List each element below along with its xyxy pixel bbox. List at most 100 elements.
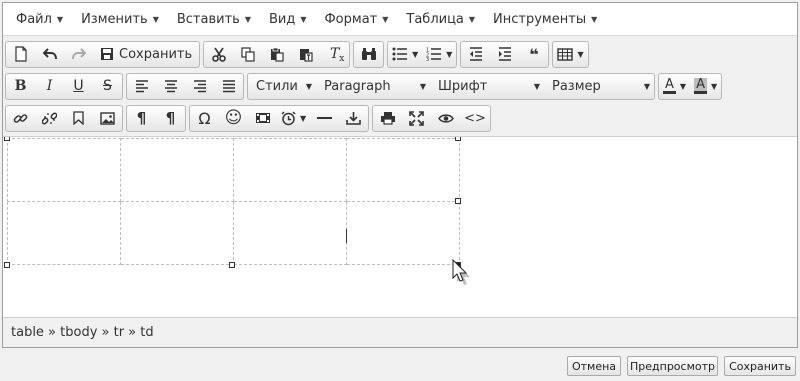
background-color-icon: A [694,77,707,94]
anchor-button[interactable] [64,106,93,131]
chevron-down-icon: ▼ [244,14,251,24]
align-justify-icon [222,79,235,92]
table-cell[interactable] [7,138,121,202]
chevron-down-icon: ▼ [152,14,159,24]
horizontal-rule-button[interactable] [310,106,339,131]
source-code-button[interactable]: <> [460,106,490,131]
find-replace-button[interactable] [354,42,383,67]
chevron-down-icon[interactable]: ▼ [577,50,583,59]
menu-insert[interactable]: Вставить ▼ [168,12,260,27]
indent-button[interactable] [490,42,519,67]
element-path[interactable]: table » tbody » tr » td [11,325,154,340]
page-break-button[interactable] [339,106,368,131]
toolbar-group-find [353,40,385,68]
undo-button[interactable] [35,42,64,67]
toolbar-row-2: B I U S Стили ▼ Paragraph ▼ Шрифт ▼ Разм… [5,70,797,102]
paste-text-button[interactable] [291,42,320,67]
menu-view-label: Вид [268,11,296,27]
preview-button[interactable] [431,106,460,131]
bullet-list-icon [392,47,408,61]
menu-edit[interactable]: Изменить ▼ [72,12,168,27]
insert-datetime-button[interactable]: ▼ [277,106,310,131]
svg-text:3: 3 [426,57,429,61]
align-right-button[interactable] [185,74,214,99]
resize-handle-mid-right[interactable] [455,198,461,204]
font-size-label: Размер [552,78,601,94]
table-cell[interactable] [120,201,234,265]
content-table[interactable] [7,138,460,265]
media-button[interactable] [248,106,277,131]
outdent-button[interactable] [461,42,490,67]
link-button[interactable] [6,106,35,131]
unlink-button[interactable] [35,106,64,131]
underline-button[interactable]: U [64,74,93,99]
table-cell[interactable] [233,201,347,265]
blockquote-icon: ❝ [529,44,539,64]
table-cell[interactable] [233,138,347,202]
bullet-list-button[interactable]: ▼ [388,42,422,67]
rtl-button[interactable]: ¶ [156,106,185,131]
bold-button[interactable]: B [6,74,35,99]
align-justify-button[interactable] [214,74,243,99]
background-color-button[interactable]: A ▼ [690,74,721,99]
text-color-button[interactable]: A ▼ [659,74,690,99]
resize-handle-top-right[interactable] [455,137,461,141]
font-family-label: Шрифт [438,78,488,94]
resize-handle-bottom-center[interactable] [229,262,235,268]
toolbar-group-view: <> [372,104,491,132]
table-cell-active[interactable] [346,201,460,265]
font-size-dropdown[interactable]: Размер ▼ [544,74,654,99]
save-footer-button[interactable]: Сохранить [724,356,796,376]
menu-table[interactable]: Таблица ▼ [397,12,484,27]
chevron-down-icon[interactable]: ▼ [680,82,686,91]
paste-button[interactable] [262,42,291,67]
chevron-down-icon[interactable]: ▼ [412,50,418,59]
toolbar-group-insert [5,104,123,132]
menu-view[interactable]: Вид ▼ [260,12,316,27]
fullscreen-button[interactable] [402,106,431,131]
cut-button[interactable] [204,42,233,67]
redo-button[interactable] [64,42,93,67]
preview-footer-button[interactable]: Предпросмотр [627,356,718,376]
font-family-dropdown[interactable]: Шрифт ▼ [430,74,544,99]
save-button[interactable]: Сохранить [93,42,199,67]
table-cell[interactable] [7,201,121,265]
resize-handle-bottom-left[interactable] [4,262,10,268]
emoticons-button[interactable]: ☺ [219,106,248,131]
align-center-button[interactable] [156,74,185,99]
align-left-button[interactable] [127,74,156,99]
italic-button[interactable]: I [35,74,64,99]
menu-format[interactable]: Формат ▼ [315,12,397,27]
ltr-button[interactable]: ¶ [127,106,156,131]
styles-dropdown[interactable]: Стили ▼ [248,74,316,99]
image-button[interactable] [93,106,122,131]
numbered-list-button[interactable]: 123 ▼ [422,42,456,67]
eye-icon [437,113,454,123]
align-center-icon [164,79,177,92]
strikethrough-button[interactable]: S [93,74,122,99]
toolbar-group-text-style: B I U S [5,72,123,100]
menu-file[interactable]: Файл ▼ [7,12,72,27]
editor-content[interactable] [3,137,797,322]
clear-formatting-button[interactable]: Tx [320,42,349,67]
table-button[interactable]: ▼ [553,42,587,67]
blockquote-button[interactable]: ❝ [519,42,548,67]
new-document-button[interactable] [6,42,35,67]
code-icon: <> [464,110,486,126]
text-color-icon: A [663,77,676,94]
chevron-down-icon: ▼ [56,14,64,24]
chevron-down-icon[interactable]: ▼ [446,50,452,59]
print-button[interactable] [373,106,402,131]
copy-button[interactable] [233,42,262,67]
cancel-button[interactable]: Отмена [567,356,621,376]
chevron-down-icon[interactable]: ▼ [300,114,306,123]
chevron-down-icon[interactable]: ▼ [711,82,717,91]
paragraph-format-dropdown[interactable]: Paragraph ▼ [316,74,430,99]
table-cell[interactable] [120,138,234,202]
table-cell[interactable] [346,138,460,202]
editor-window: Файл ▼ Изменить ▼ Вставить ▼ Вид ▼ Формат ▼ Т… [2,2,798,348]
special-character-button[interactable]: Ω [190,106,219,131]
menu-tools[interactable]: Инструменты ▼ [484,12,606,27]
toolbar-group-colors: A ▼ A ▼ [658,72,723,100]
resize-handle-top-left[interactable] [4,137,10,141]
